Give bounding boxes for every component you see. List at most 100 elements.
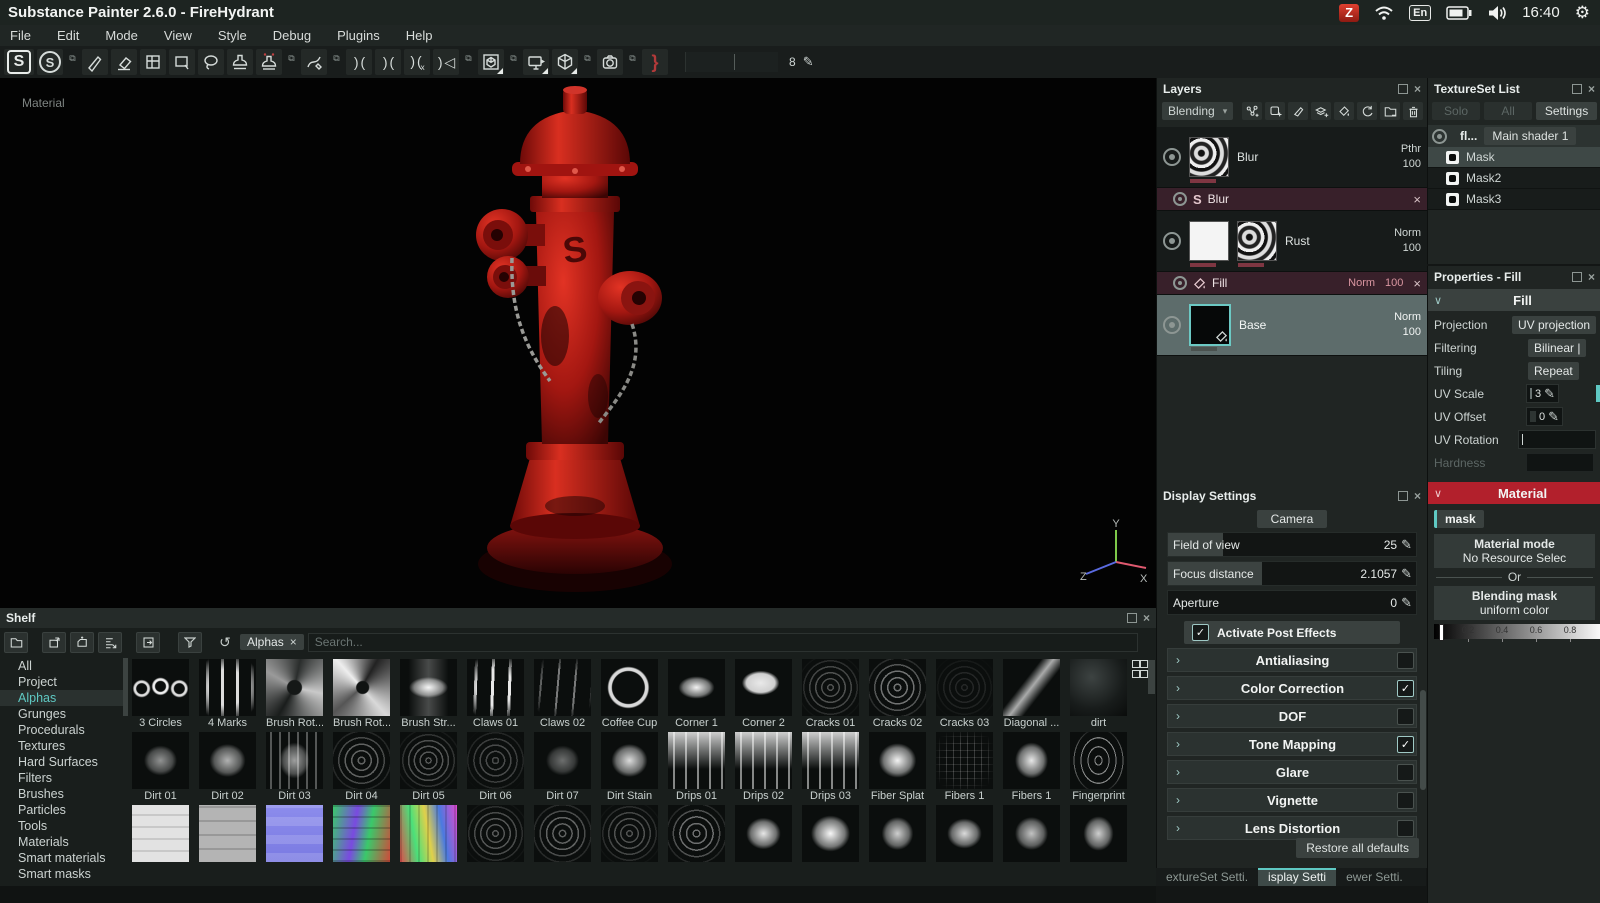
solo-button[interactable]: Solo bbox=[1432, 102, 1480, 120]
effect-graph-icon[interactable] bbox=[1242, 102, 1262, 120]
mini-export-icon[interactable]: ⧉ bbox=[462, 52, 475, 65]
gradient-marker[interactable] bbox=[1439, 624, 1444, 641]
effect-checkbox[interactable] bbox=[1397, 652, 1414, 669]
search-input[interactable]: Search... bbox=[308, 633, 1138, 652]
edit-pencil-icon[interactable]: ✎ bbox=[1401, 595, 1412, 611]
effect-checkbox[interactable]: ✓ bbox=[1397, 736, 1414, 753]
volume-icon[interactable] bbox=[1487, 5, 1507, 21]
paren-speaker-icon[interactable]: ) ◁ bbox=[433, 49, 459, 75]
layer-opacity[interactable]: 100 bbox=[1403, 158, 1421, 170]
edit-pencil-icon[interactable]: ✎ bbox=[1401, 537, 1412, 553]
shelf-thumbnail[interactable] bbox=[869, 805, 926, 862]
wifi-icon[interactable] bbox=[1374, 5, 1394, 21]
shelf-thumbnail[interactable] bbox=[936, 659, 993, 716]
layer-opacity[interactable]: 100 bbox=[1403, 326, 1421, 338]
expand-chevron-icon[interactable]: › bbox=[1168, 653, 1188, 667]
eraser-icon[interactable] bbox=[111, 49, 137, 75]
blending-dropdown[interactable]: Blending ▾ bbox=[1162, 102, 1233, 120]
mini-export-icon[interactable]: ⧉ bbox=[330, 52, 343, 65]
menu-plugins[interactable]: Plugins bbox=[337, 28, 380, 43]
shelf-thumbnail[interactable] bbox=[333, 732, 390, 789]
delete-icon[interactable] bbox=[1403, 102, 1423, 120]
shelf-thumbnail[interactable] bbox=[936, 732, 993, 789]
mask-icon[interactable] bbox=[1446, 151, 1459, 164]
material-mode-box[interactable]: Material mode No Resource Selec bbox=[1434, 534, 1595, 568]
category-smart-materials[interactable]: Smart materials bbox=[0, 850, 128, 866]
add-folder-icon[interactable] bbox=[1380, 102, 1400, 120]
paren-pair-1-icon[interactable]: ) ( bbox=[346, 49, 372, 75]
layer-blend-mode[interactable]: Norm bbox=[1394, 311, 1421, 323]
folder-icon[interactable] bbox=[4, 632, 28, 653]
effect-vignette[interactable]: ›Vignette bbox=[1167, 788, 1417, 812]
effect-lens-distortion[interactable]: ›Lens Distortion bbox=[1167, 816, 1417, 840]
cube-icon[interactable] bbox=[552, 49, 578, 75]
shelf-thumbnail[interactable] bbox=[668, 659, 725, 716]
field-of-view-field[interactable]: Field of view25✎ bbox=[1167, 532, 1417, 557]
activate-post-effects[interactable]: ✓ Activate Post Effects bbox=[1184, 621, 1400, 644]
main-shader-button[interactable]: Main shader 1 bbox=[1484, 127, 1576, 145]
dock-icon[interactable] bbox=[1127, 613, 1137, 623]
expand-chevron-icon[interactable]: › bbox=[1168, 709, 1188, 723]
layer-thumbnail[interactable] bbox=[1237, 221, 1277, 261]
shelf-thumbnail[interactable] bbox=[1003, 732, 1060, 789]
shelf-thumbnail[interactable] bbox=[1003, 659, 1060, 716]
category-materials[interactable]: Materials bbox=[0, 834, 128, 850]
brush-icon[interactable] bbox=[82, 49, 108, 75]
shelf-thumbnail[interactable] bbox=[601, 659, 658, 716]
clone-stamp-icon[interactable] bbox=[256, 49, 282, 75]
shelf-thumbnail[interactable] bbox=[869, 659, 926, 716]
shelf-thumbnail[interactable] bbox=[266, 659, 323, 716]
substance-circle-icon[interactable]: S bbox=[37, 49, 63, 75]
textureset-visibility-toggle[interactable] bbox=[1432, 129, 1447, 144]
category-filters[interactable]: Filters bbox=[0, 770, 128, 786]
post-effects-checkbox[interactable]: ✓ bbox=[1192, 624, 1209, 641]
shelf-thumbnail[interactable] bbox=[534, 732, 591, 789]
effect-row-blur[interactable]: S Blur × bbox=[1157, 188, 1427, 211]
shelf-thumbnail[interactable] bbox=[1070, 659, 1127, 716]
mini-export-icon[interactable]: ⧉ bbox=[626, 52, 639, 65]
dock-icon[interactable] bbox=[1398, 491, 1408, 501]
category-procedurals[interactable]: Procedurals bbox=[0, 722, 128, 738]
dock-icon[interactable] bbox=[1572, 84, 1582, 94]
fire-hydrant-model[interactable]: S bbox=[450, 86, 700, 608]
shelf-thumbnail[interactable] bbox=[266, 732, 323, 789]
import-icon[interactable] bbox=[42, 632, 66, 653]
layer-visibility-toggle[interactable] bbox=[1163, 148, 1181, 166]
camera-button[interactable]: Camera bbox=[1257, 510, 1327, 528]
shelf-thumbnail[interactable] bbox=[467, 659, 524, 716]
close-icon[interactable]: × bbox=[1414, 492, 1421, 500]
shelf-thumbnail[interactable] bbox=[802, 732, 859, 789]
category-all[interactable]: All bbox=[0, 658, 128, 674]
battery-icon[interactable] bbox=[1446, 6, 1472, 20]
menu-view[interactable]: View bbox=[164, 28, 192, 43]
shelf-thumbnail[interactable] bbox=[735, 659, 792, 716]
shelf-thumbnail[interactable] bbox=[333, 805, 390, 862]
shelf-thumbnail[interactable] bbox=[333, 659, 390, 716]
color-swatch-clipped[interactable] bbox=[1596, 385, 1600, 402]
funnel-icon[interactable] bbox=[178, 632, 202, 653]
shelf-thumbnail[interactable] bbox=[869, 732, 926, 789]
shelf-thumbnail[interactable] bbox=[1003, 805, 1060, 862]
stamp-icon[interactable] bbox=[227, 49, 253, 75]
mask-chip[interactable]: mask bbox=[1434, 510, 1484, 528]
effect-checkbox[interactable] bbox=[1397, 708, 1414, 725]
aperture-field[interactable]: Aperture0✎ bbox=[1167, 590, 1417, 615]
remove-filter-icon[interactable]: × bbox=[290, 635, 297, 649]
category-alphas[interactable]: Alphas bbox=[0, 690, 128, 706]
all-button[interactable]: All bbox=[1484, 102, 1532, 120]
zeal-icon[interactable]: Z bbox=[1339, 4, 1359, 22]
effect-checkbox[interactable] bbox=[1397, 764, 1414, 781]
layer-visibility-toggle[interactable] bbox=[1163, 316, 1181, 334]
rect-select-icon[interactable] bbox=[169, 49, 195, 75]
brace-icon[interactable]: } bbox=[642, 49, 668, 75]
category-smart-masks[interactable]: Smart masks bbox=[0, 866, 128, 882]
remove-effect-button[interactable]: × bbox=[1413, 192, 1421, 207]
shelf-thumbnail[interactable] bbox=[266, 805, 323, 862]
effect-checkbox[interactable] bbox=[1397, 792, 1414, 809]
mini-export-icon[interactable]: ⧉ bbox=[285, 52, 298, 65]
projection-dropdown[interactable]: UV projection bbox=[1512, 316, 1596, 334]
expand-chevron-icon[interactable]: › bbox=[1168, 765, 1188, 779]
category-brushes[interactable]: Brushes bbox=[0, 786, 128, 802]
fill-section-header[interactable]: ∨ Fill bbox=[1428, 289, 1600, 311]
edit-pencil-icon[interactable]: ✎ bbox=[1548, 409, 1559, 425]
